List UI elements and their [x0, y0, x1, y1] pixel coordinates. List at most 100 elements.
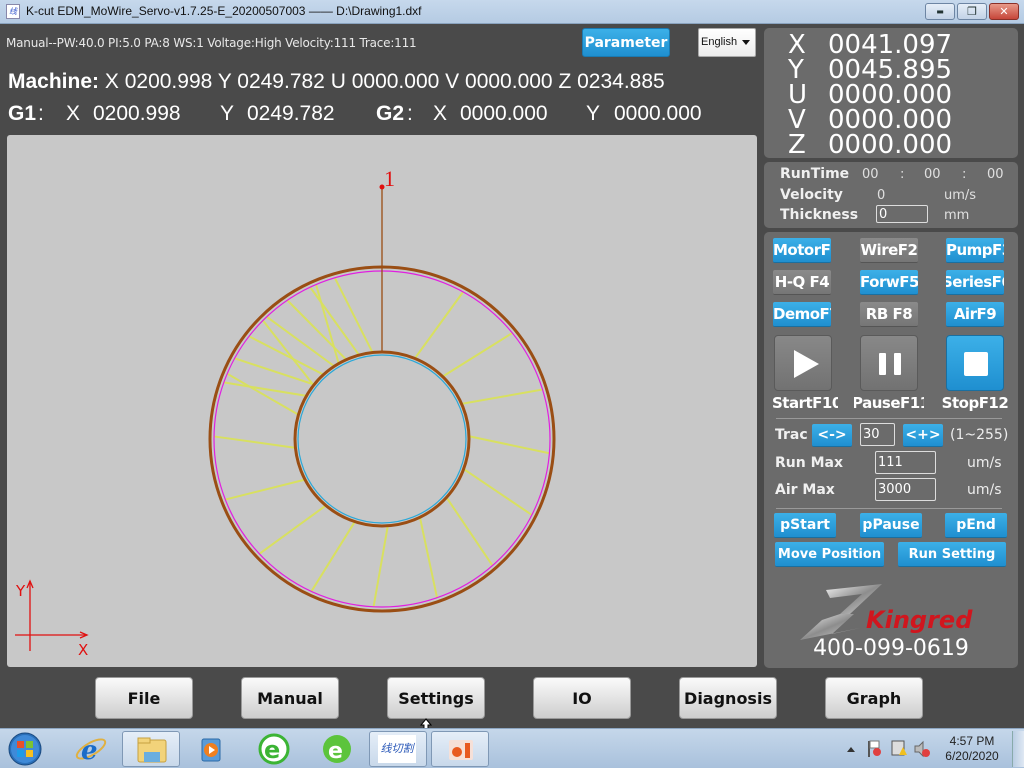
wire-cut-app-icon: 线切割	[378, 735, 416, 763]
start-orb-button[interactable]	[0, 731, 50, 767]
parameter-button[interactable]: Parameter	[582, 28, 670, 57]
taskbar-media-player[interactable]	[182, 731, 240, 767]
run-max-input[interactable]	[875, 451, 936, 474]
machine-label: Machine:	[8, 70, 100, 93]
action-center-icon	[868, 740, 881, 757]
nav-settings-button[interactable]: Settings	[387, 677, 485, 719]
svg-text:e: e	[264, 736, 280, 764]
machine-u-value: 0000.000	[351, 70, 440, 93]
spoke-line	[258, 504, 328, 555]
g1-label: G1	[8, 102, 37, 125]
tray-icons	[847, 740, 930, 758]
language-select[interactable]: English	[698, 28, 756, 57]
g2-label: G2	[376, 102, 405, 125]
trace-input[interactable]	[860, 423, 895, 446]
coordinates-panel: X 0041.097 Y 0045.895 U 0000.000 V 0000.000 …	[764, 28, 1018, 158]
kingred-logo: Kingred	[800, 584, 980, 640]
thickness-label: Thickness	[780, 207, 859, 223]
g1-x-label: X	[66, 102, 81, 125]
move-position-button[interactable]: Move Position	[775, 542, 884, 567]
spoke-line	[462, 467, 533, 516]
forw-f5-button[interactable]: ForwF5	[860, 270, 918, 295]
demo-f7-button[interactable]: DemoF7	[773, 302, 831, 327]
show-hidden-icons-icon	[847, 747, 855, 752]
hq-f4-button[interactable]: H-Q F4	[773, 270, 831, 295]
wire-f2-button[interactable]: WireF2	[860, 238, 918, 263]
air-f9-button[interactable]: AirF9	[946, 302, 1004, 327]
kingred-logo-mark-icon: Kingred	[800, 584, 973, 640]
clock[interactable]: 4:57 PM 6/20/2020	[940, 734, 1004, 764]
runtime-hours: 00	[862, 167, 879, 182]
start-button[interactable]	[774, 335, 832, 391]
nav-diagnosis-button[interactable]: Diagnosis	[679, 677, 777, 719]
volume-muted-icon	[914, 740, 930, 758]
machine-y-label: Y	[217, 70, 232, 93]
language-value: English	[701, 36, 738, 48]
nav-manual-button[interactable]: Manual	[241, 677, 339, 719]
g2-colon: :	[407, 102, 413, 125]
rb-f8-button[interactable]: RB F8	[860, 302, 918, 327]
spoke-line	[286, 299, 348, 362]
velocity-value: 0	[877, 188, 886, 203]
air-max-input[interactable]	[875, 478, 936, 501]
pump-f3-button[interactable]: PumpF3	[946, 238, 1004, 263]
g1-x-value: 0200.998	[93, 102, 181, 125]
nav-io-button[interactable]: IO	[533, 677, 631, 719]
nav-graph-button[interactable]: Graph	[825, 677, 923, 719]
ppause-button[interactable]: pPause	[860, 513, 922, 538]
taskbar-browser-2[interactable]: e	[308, 731, 366, 767]
pause-label: PauseF11	[854, 394, 924, 412]
clock-date: 6/20/2020	[945, 749, 999, 763]
machine-z-value: 0234.885	[577, 70, 665, 93]
close-button[interactable]: ✕	[989, 3, 1019, 20]
nav-file-button[interactable]: File	[95, 677, 193, 719]
taskbar-file-explorer[interactable]	[122, 731, 180, 767]
thickness-unit: mm	[944, 208, 970, 223]
drawing-canvas[interactable]: 1 Y X	[7, 135, 757, 667]
g1-y-label: Y	[220, 102, 235, 125]
spoke-line	[413, 291, 464, 360]
restore-button[interactable]: ❐	[957, 3, 987, 20]
run-setting-button[interactable]: Run Setting	[898, 542, 1006, 567]
coord-axis: Z	[788, 130, 806, 160]
status-line: Manual--PW:40.0 PI:5.0 PA:8 WS:1 Voltage…	[6, 36, 417, 50]
pstart-button[interactable]: pStart	[774, 513, 836, 538]
runtime-sep: :	[900, 167, 905, 182]
green-browser-2-icon: e	[323, 735, 351, 764]
spoke-line	[418, 516, 439, 598]
motor-f1-button[interactable]: MotorF1	[773, 238, 831, 263]
series-f6-button[interactable]: SeriesF6	[946, 270, 1004, 295]
run-info-panel: RunTime 00 : 00 : 00 Velocity 0 um/s Thi…	[764, 162, 1018, 228]
network-icon	[891, 740, 907, 756]
machine-v-label: V	[445, 70, 460, 93]
thickness-input[interactable]	[876, 205, 928, 223]
pause-button[interactable]	[860, 335, 918, 391]
control-panel: MotorF1 WireF2 PumpF3 H-Q F4 ForwF5 Seri…	[764, 232, 1018, 668]
taskbar-internet-explorer[interactable]: e	[62, 731, 120, 767]
taskbar-wire-cut-app[interactable]: 线切割	[369, 731, 427, 767]
drawing-svg: 1 Y X	[15, 166, 556, 659]
inner-cut-path	[293, 350, 471, 528]
play-icon	[794, 350, 819, 378]
machine-v-value: 0000.000	[465, 70, 553, 93]
pend-button[interactable]: pEnd	[945, 513, 1007, 538]
trace-range: (1~255)	[950, 427, 1009, 443]
show-desktop-button[interactable]	[1012, 731, 1024, 767]
taskbar-browser-1[interactable]: e	[245, 731, 303, 767]
axis-indicator: Y X	[15, 579, 89, 659]
minimize-button[interactable]: ▬	[925, 3, 955, 20]
coord-value: 0000.000	[828, 130, 953, 160]
air-max-unit: um/s	[967, 482, 1002, 498]
trace-decrease-button[interactable]: <->	[812, 424, 852, 447]
trace-label: Trac	[775, 427, 808, 443]
system-tray	[843, 729, 933, 768]
taskbar-camera-app[interactable]	[431, 731, 489, 767]
spoke-line	[309, 286, 361, 357]
machine-y-value: 0249.782	[237, 70, 325, 93]
stop-button[interactable]	[946, 335, 1004, 391]
media-player-icon	[201, 738, 221, 762]
trace-increase-button[interactable]: <+>	[903, 424, 943, 447]
windows-start-icon	[8, 732, 42, 766]
stop-icon	[964, 352, 988, 376]
spoke-line	[315, 284, 340, 365]
